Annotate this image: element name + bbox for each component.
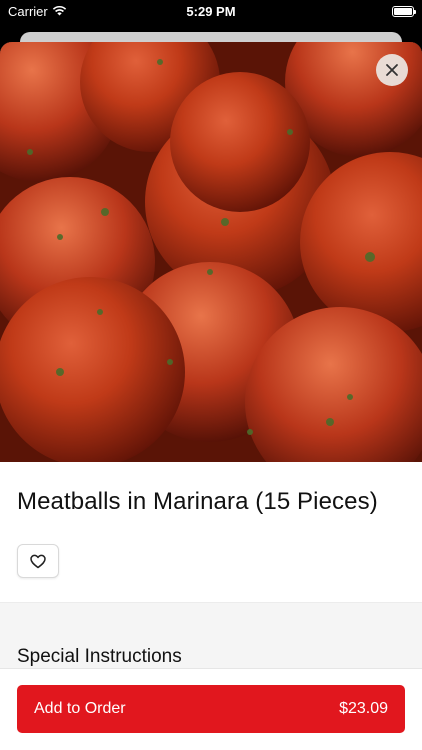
item-image (0, 42, 422, 462)
special-instructions-title: Special Instructions (17, 646, 182, 667)
close-button[interactable] (376, 54, 408, 86)
favorite-button[interactable] (17, 544, 59, 578)
close-icon (386, 64, 398, 76)
battery-icon (392, 6, 416, 17)
order-price: $23.09 (339, 700, 388, 717)
status-bar: Carrier 5:29 PM (0, 0, 422, 24)
status-time: 5:29 PM (186, 4, 236, 19)
heart-icon (30, 554, 46, 568)
battery-level (394, 8, 412, 15)
item-detail-sheet: Meatballs in Marinara (15 Pieces) Specia… (0, 42, 422, 750)
order-bar: Add to Order $23.09 (0, 668, 422, 750)
meatballs-photo (0, 42, 422, 462)
add-to-order-label: Add to Order (34, 700, 126, 717)
add-to-order-button[interactable]: Add to Order $23.09 (17, 685, 405, 733)
item-title: Meatballs in Marinara (15 Pieces) (17, 488, 378, 515)
